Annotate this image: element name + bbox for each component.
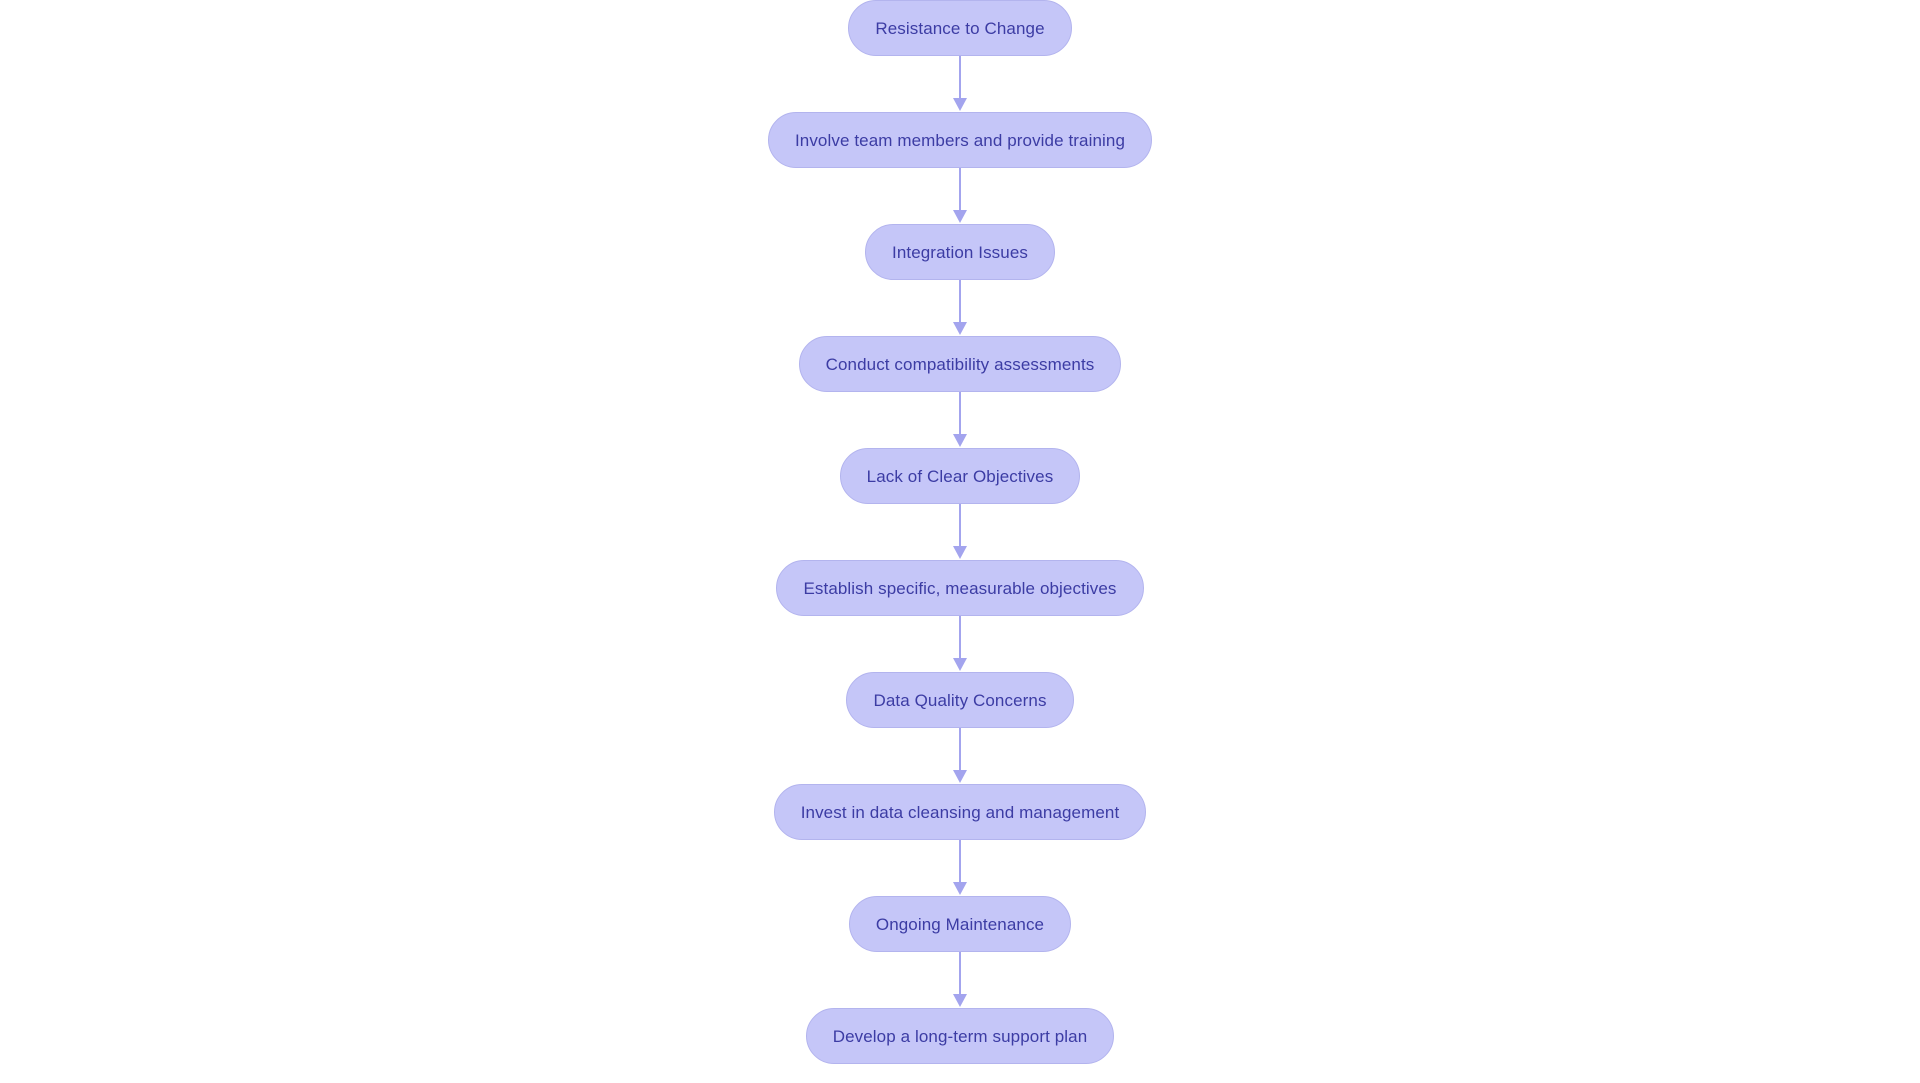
flowchart-node-integration-issues[interactable]: Integration Issues [865,224,1055,280]
arrowhead-down-icon [953,546,967,559]
arrowhead-down-icon [953,882,967,895]
flowchart-node-resistance-to-change[interactable]: Resistance to Change [848,0,1072,56]
flowchart-node-establish-measurable-objectives[interactable]: Establish specific, measurable objective… [776,560,1144,616]
edge-line [959,952,961,996]
flowchart-edge-n1-n2 [945,56,975,112]
flowchart-edge-n8-n9 [945,840,975,896]
flowchart-edge-n9-n10 [945,952,975,1008]
edge-line [959,840,961,884]
flowchart-row: Lack of Clear Objectives [839,448,1081,504]
arrowhead-down-icon [953,98,967,111]
flowchart-row: Involve team members and provide trainin… [767,112,1153,168]
flowchart-node-data-quality-concerns[interactable]: Data Quality Concerns [846,672,1074,728]
flowchart-row: Integration Issues [865,224,1055,280]
flowchart-row: Develop a long-term support plan [805,1008,1115,1064]
arrowhead-down-icon [953,434,967,447]
flowchart-row: Establish specific, measurable objective… [776,560,1144,616]
edge-line [959,56,961,100]
arrowhead-down-icon [953,770,967,783]
flowchart-edge-n7-n8 [945,728,975,784]
edge-line [959,168,961,212]
flowchart-canvas: Resistance to Change Involve team member… [0,0,1920,1083]
flowchart-node-develop-long-term-support-plan[interactable]: Develop a long-term support plan [805,1008,1115,1064]
edge-line [959,616,961,660]
flowchart-edge-n5-n6 [945,504,975,560]
flowchart-edge-n4-n5 [945,392,975,448]
edge-line [959,280,961,324]
flowchart-node-involve-team-members[interactable]: Involve team members and provide trainin… [767,112,1153,168]
flowchart-edge-n6-n7 [945,616,975,672]
arrowhead-down-icon [953,210,967,223]
flowchart-node-invest-in-data-cleansing[interactable]: Invest in data cleansing and management [773,784,1147,840]
arrowhead-down-icon [953,994,967,1007]
flowchart-node-conduct-compatibility-assessments[interactable]: Conduct compatibility assessments [798,336,1122,392]
edge-line [959,504,961,548]
flowchart-row: Conduct compatibility assessments [798,336,1122,392]
edge-line [959,392,961,436]
flowchart-row: Invest in data cleansing and management [773,784,1147,840]
arrowhead-down-icon [953,322,967,335]
flowchart-row: Data Quality Concerns [846,672,1074,728]
flowchart-node-ongoing-maintenance[interactable]: Ongoing Maintenance [848,896,1072,952]
flowchart-row: Resistance to Change [848,0,1072,56]
flowchart-node-column: Resistance to Change Involve team member… [0,0,1920,1083]
flowchart-node-lack-of-clear-objectives[interactable]: Lack of Clear Objectives [839,448,1081,504]
flowchart-edge-n3-n4 [945,280,975,336]
edge-line [959,728,961,772]
arrowhead-down-icon [953,658,967,671]
flowchart-edge-n2-n3 [945,168,975,224]
flowchart-row: Ongoing Maintenance [848,896,1072,952]
